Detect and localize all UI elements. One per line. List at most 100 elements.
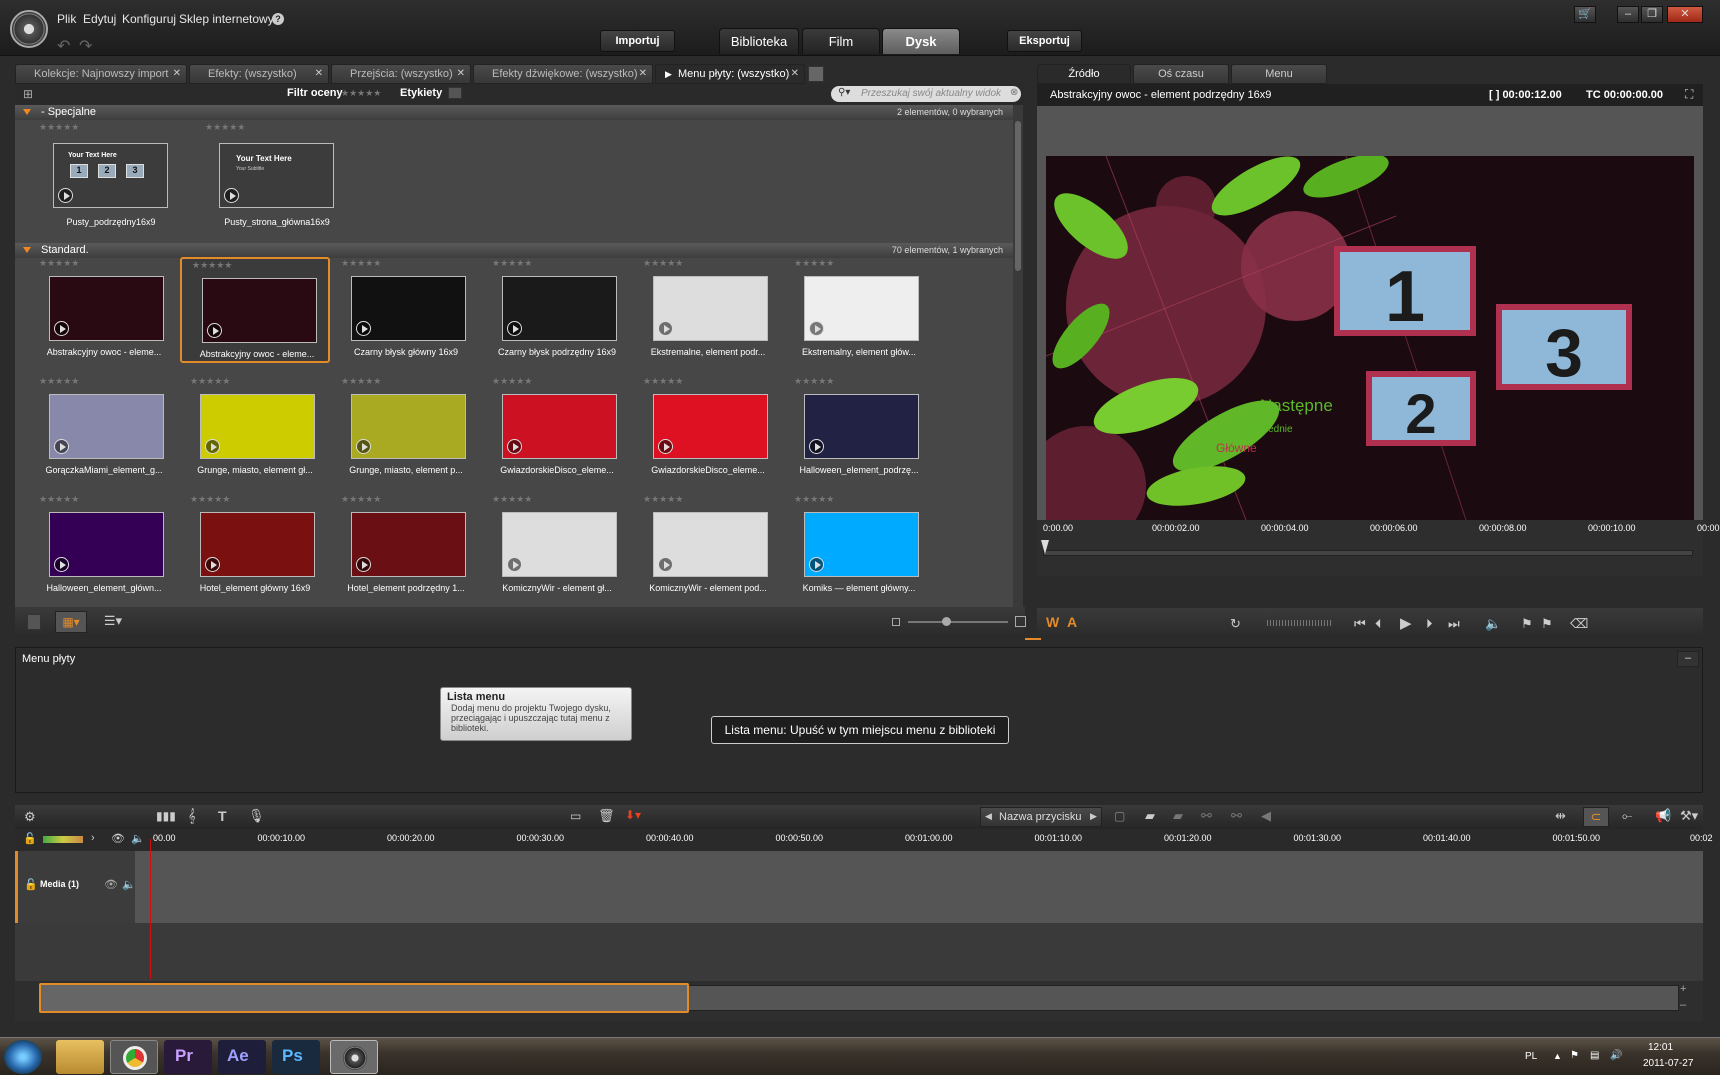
tray-expand-icon[interactable]: ▲ <box>1553 1051 1562 1061</box>
track-speaker-icon[interactable]: 🔈 <box>122 878 136 891</box>
item-rating[interactable]: ★★★★★ <box>492 376 532 387</box>
item-rating[interactable]: ★★★★★ <box>39 258 79 269</box>
network-icon[interactable]: ▤ <box>1590 1050 1599 1061</box>
voiceover-mic-icon[interactable]: 🎙 <box>248 808 265 824</box>
button-name-selector[interactable]: ◀ Nazwa przycisku ▶ <box>980 807 1102 827</box>
menu-edytuj[interactable]: Edytuj <box>83 12 116 26</box>
panel-splitter-handle[interactable] <box>1025 630 1041 640</box>
close-icon[interactable]: ✕ <box>791 65 799 83</box>
library-item[interactable]: ★★★★★ KomicznyWir - element pod... <box>633 493 783 597</box>
magnet-snap-icon[interactable]: ⊂ <box>1583 807 1609 827</box>
item-rating[interactable]: ★★★★★ <box>341 376 381 387</box>
shuttle-control[interactable] <box>1267 620 1333 626</box>
library-item[interactable]: ★★★★★ GwiazdorskieDisco_eleme... <box>482 375 632 479</box>
premiere-icon[interactable]: Pr <box>164 1040 212 1074</box>
step-back-icon[interactable]: ⏴ <box>1375 616 1382 632</box>
step-forward-icon[interactable]: ⏵ <box>1426 616 1433 632</box>
eye-icon[interactable]: 👁 <box>111 832 125 845</box>
close-button[interactable]: ✕ <box>1667 6 1703 23</box>
cart-icon[interactable]: 🛒 <box>1574 6 1596 23</box>
play-icon[interactable] <box>224 188 239 203</box>
item-rating[interactable]: ★★★★★ <box>39 376 79 387</box>
timeline-playhead[interactable] <box>150 839 151 979</box>
play-icon[interactable] <box>58 188 73 203</box>
play-icon[interactable] <box>356 321 371 336</box>
item-rating[interactable]: ★★★★★ <box>492 258 532 269</box>
tab-przejscia[interactable]: Przejścia: (wszystko) ✕ <box>331 64 471 84</box>
play-icon[interactable] <box>809 321 824 336</box>
navigator-window[interactable] <box>39 983 689 1013</box>
razor-icon[interactable]: ▭ <box>570 809 581 823</box>
close-icon[interactable]: ✕ <box>173 65 181 83</box>
library-item[interactable]: ★★★★★ Grunge, miasto, element p... <box>331 375 481 479</box>
zoom-small-icon[interactable] <box>892 618 900 626</box>
play-icon[interactable] <box>205 439 220 454</box>
library-item[interactable]: ★★★★★ Abstrakcyjny owoc - eleme... <box>180 257 330 363</box>
mark-in-icon[interactable]: ⚑ <box>1521 616 1533 632</box>
item-rating[interactable]: ★★★★★ <box>39 122 79 133</box>
item-thumbnail[interactable]: Your Text Here Your Subtitle <box>219 143 334 208</box>
zoom-slider-thumb[interactable] <box>942 617 951 626</box>
close-icon[interactable]: ✕ <box>457 65 465 83</box>
item-thumbnail[interactable] <box>804 394 919 459</box>
tab-kolekcje[interactable]: Kolekcje: Najnowszy import ✕ <box>15 64 187 84</box>
flag-icon[interactable]: ⚑ <box>1570 1050 1579 1061</box>
photoshop-icon[interactable]: Ps <box>272 1040 320 1074</box>
play-icon[interactable] <box>658 321 673 336</box>
go-end-icon[interactable]: ⏭ <box>1448 616 1460 632</box>
item-rating[interactable]: ★★★★★ <box>39 494 79 505</box>
menu-plik[interactable]: Plik <box>57 12 76 26</box>
export-button[interactable]: Eksportuj <box>1007 30 1082 52</box>
fullscreen-icon[interactable]: ⛶ <box>1685 87 1693 102</box>
item-rating[interactable]: ★★★★★ <box>205 122 245 133</box>
library-item[interactable]: ★★★★★ Ekstremalne, element podr... <box>633 257 783 361</box>
tag-icon[interactable] <box>448 87 462 99</box>
play-icon[interactable] <box>205 557 220 572</box>
library-search-input[interactable]: Przeszukaj swój aktualny widok <box>831 86 1021 102</box>
settings-gear-icon[interactable]: ⚙ <box>24 809 36 825</box>
undo-icon[interactable]: ↶ <box>57 36 70 56</box>
track-header[interactable]: 🔓 Media (1) 👁 🔈 <box>15 851 136 923</box>
play-icon[interactable] <box>507 439 522 454</box>
minimize-button[interactable]: – <box>1617 6 1639 23</box>
play-icon[interactable] <box>54 557 69 572</box>
item-thumbnail[interactable] <box>653 276 768 341</box>
tab-menu[interactable]: Menu <box>1231 64 1327 84</box>
item-rating[interactable]: ★★★★★ <box>341 258 381 269</box>
tab-biblioteka[interactable]: Biblioteka <box>719 28 799 54</box>
grid-view-icon[interactable]: ▦▾ <box>55 611 87 633</box>
zoom-large-icon[interactable] <box>1015 616 1026 627</box>
title-icon[interactable]: T <box>218 808 227 824</box>
clock-date[interactable]: 2011-07-27 <box>1643 1058 1693 1069</box>
explorer-icon[interactable] <box>56 1040 104 1074</box>
item-rating[interactable]: ★★★★★ <box>643 376 683 387</box>
pinnacle-icon[interactable] <box>330 1040 378 1074</box>
menu-sklep[interactable]: Sklep internetowy <box>179 12 274 26</box>
library-item[interactable]: ★★★★★ Your Text Here 1 2 3 Pusty_podrzęd… <box>29 122 179 232</box>
library-item[interactable]: ★★★★★ Hotel_element podrzędny 1... <box>331 493 481 597</box>
volume-icon[interactable]: 🔈 <box>1485 616 1501 632</box>
tab-dysk[interactable]: Dysk <box>882 28 960 54</box>
play-icon[interactable] <box>356 439 371 454</box>
item-thumbnail[interactable] <box>653 512 768 577</box>
collapse-icon[interactable] <box>23 247 31 253</box>
item-thumbnail[interactable] <box>502 394 617 459</box>
library-item[interactable]: ★★★★★ Grunge, miasto, element gł... <box>180 375 330 479</box>
item-rating[interactable]: ★★★★★ <box>643 258 683 269</box>
item-thumbnail[interactable] <box>49 512 164 577</box>
item-rating[interactable]: ★★★★★ <box>190 376 230 387</box>
track-lock-icon[interactable]: 🔓 <box>24 878 38 891</box>
new-tab-icon[interactable] <box>808 66 824 82</box>
play-icon[interactable]: ▶ <box>1400 614 1412 632</box>
library-item[interactable]: ★★★★★ Hotel_element główny 16x9 <box>180 493 330 597</box>
close-icon[interactable]: ✕ <box>315 65 323 83</box>
clear-marks-icon[interactable]: ⌫ <box>1570 616 1588 632</box>
library-item[interactable]: ★★★★★ Komiks — element główny... <box>784 493 934 597</box>
lock-icon[interactable]: 🔓 <box>23 832 37 845</box>
item-rating[interactable]: ★★★★★ <box>794 258 834 269</box>
item-rating[interactable]: ★★★★★ <box>643 494 683 505</box>
tools-icon[interactable]: ⚒▾ <box>1680 808 1698 824</box>
item-thumbnail[interactable] <box>502 276 617 341</box>
item-thumbnail[interactable] <box>351 276 466 341</box>
library-item[interactable]: ★★★★★ GorączkaMiami_element_g... <box>29 375 179 479</box>
